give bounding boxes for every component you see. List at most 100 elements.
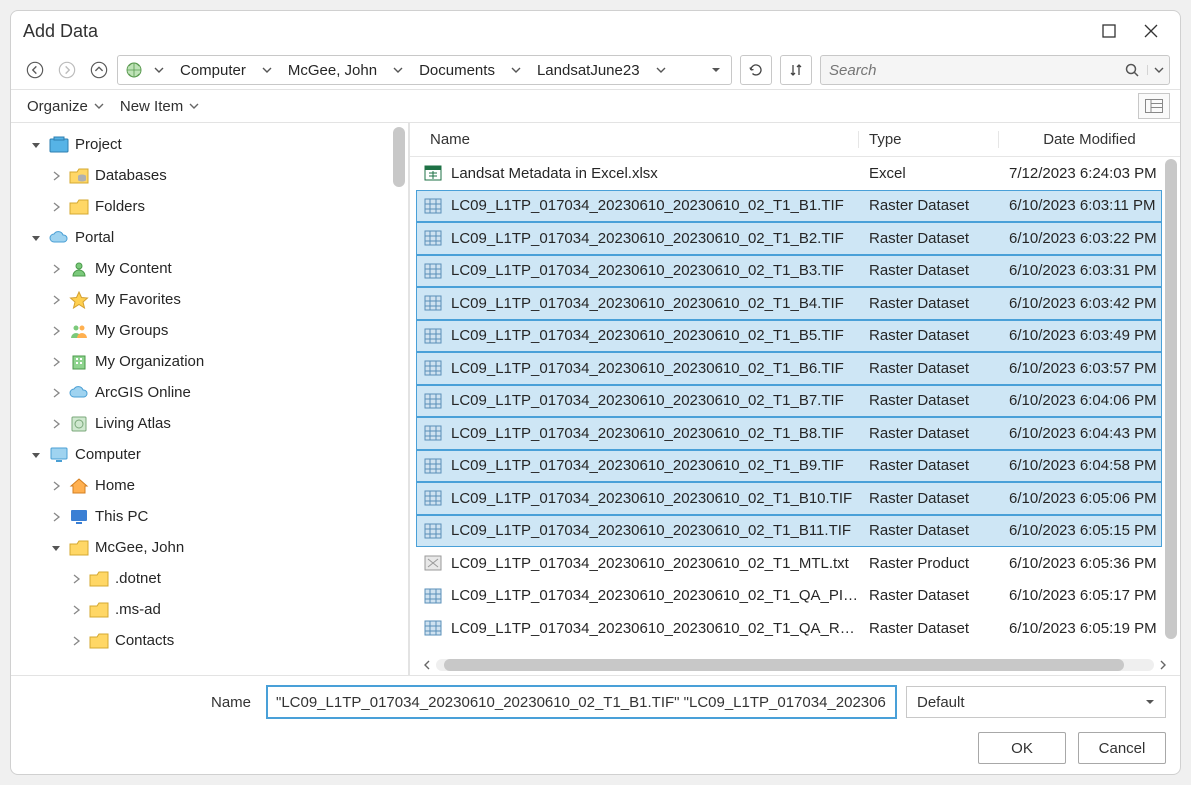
file-list-area: Name Type Date Modified Landsat Metadata… — [409, 123, 1180, 675]
tree-contacts[interactable]: Contacts — [11, 625, 408, 656]
column-date[interactable]: Date Modified — [998, 131, 1180, 148]
collapse-icon[interactable] — [27, 450, 45, 460]
expand-icon[interactable] — [67, 636, 85, 646]
organize-menu[interactable]: Organize — [21, 96, 110, 117]
breadcrumb-segment[interactable]: Documents — [411, 56, 503, 84]
expand-icon[interactable] — [47, 388, 65, 398]
file-row[interactable]: LC09_L1TP_017034_20230610_20230610_02_T1… — [416, 547, 1162, 580]
file-date: 6/10/2023 6:04:58 PM — [999, 457, 1159, 474]
scroll-thumb[interactable] — [444, 659, 1124, 671]
maximize-button[interactable] — [1088, 11, 1130, 51]
expand-icon[interactable] — [47, 357, 65, 367]
refresh-button[interactable] — [740, 55, 772, 85]
file-row[interactable]: LC09_L1TP_017034_20230610_20230610_02_T1… — [416, 287, 1162, 320]
file-row[interactable]: LC09_L1TP_017034_20230610_20230610_02_T1… — [416, 222, 1162, 255]
expand-icon[interactable] — [47, 481, 65, 491]
expand-icon[interactable] — [47, 512, 65, 522]
expand-icon[interactable] — [47, 171, 65, 181]
search-box[interactable] — [820, 55, 1170, 85]
file-type: Raster Dataset — [859, 620, 999, 637]
name-input[interactable] — [267, 686, 896, 718]
chevron-down-icon[interactable] — [254, 65, 280, 75]
expand-icon[interactable] — [67, 574, 85, 584]
expand-icon[interactable] — [47, 295, 65, 305]
cancel-button[interactable]: Cancel — [1078, 732, 1166, 764]
scroll-right-icon[interactable] — [1154, 660, 1172, 670]
database-icon — [67, 166, 91, 186]
file-row[interactable]: LC09_L1TP_017034_20230610_20230610_02_T1… — [416, 515, 1162, 548]
breadcrumb-segment[interactable]: McGee, John — [280, 56, 385, 84]
tree-databases[interactable]: Databases — [11, 160, 408, 191]
tree-dotnet[interactable]: .dotnet — [11, 563, 408, 594]
close-button[interactable] — [1130, 11, 1172, 51]
tree-scrollbar[interactable] — [393, 127, 405, 187]
expand-icon[interactable] — [47, 326, 65, 336]
tree-computer[interactable]: Computer — [11, 439, 408, 470]
tree-label: .dotnet — [115, 570, 161, 587]
file-name: LC09_L1TP_017034_20230610_20230610_02_T1… — [447, 620, 859, 637]
scroll-left-icon[interactable] — [418, 660, 436, 670]
tree-portal[interactable]: Portal — [11, 222, 408, 253]
file-row[interactable]: LC09_L1TP_017034_20230610_20230610_02_T1… — [416, 352, 1162, 385]
chevron-down-icon[interactable] — [146, 65, 172, 75]
tree-folders[interactable]: Folders — [11, 191, 408, 222]
breadcrumb-segment[interactable]: LandsatJune23 — [529, 56, 648, 84]
file-row[interactable]: LC09_L1TP_017034_20230610_20230610_02_T1… — [416, 450, 1162, 483]
sort-button[interactable] — [780, 55, 812, 85]
file-row[interactable]: LC09_L1TP_017034_20230610_20230610_02_T1… — [416, 255, 1162, 288]
tree-my-favorites[interactable]: My Favorites — [11, 284, 408, 315]
chevron-down-icon[interactable] — [385, 65, 411, 75]
collapse-icon[interactable] — [47, 543, 65, 553]
breadcrumb-segment[interactable]: Computer — [172, 56, 254, 84]
expand-icon[interactable] — [47, 419, 65, 429]
file-date: 6/10/2023 6:05:06 PM — [999, 490, 1159, 507]
collapse-icon[interactable] — [27, 140, 45, 150]
new-item-menu[interactable]: New Item — [114, 96, 205, 117]
expand-icon[interactable] — [47, 202, 65, 212]
tree-arcgis-online[interactable]: ArcGIS Online — [11, 377, 408, 408]
back-button[interactable] — [21, 56, 49, 84]
file-row[interactable]: LC09_L1TP_017034_20230610_20230610_02_T1… — [416, 385, 1162, 418]
expand-icon[interactable] — [67, 605, 85, 615]
address-bar[interactable]: Computer McGee, John Documents LandsatJune2… — [117, 55, 732, 85]
catalog-tree[interactable]: Project Databases Folders Portal My Con — [11, 123, 409, 675]
search-input[interactable] — [821, 62, 1117, 79]
address-dropdown-icon[interactable] — [705, 65, 727, 75]
tree-this-pc[interactable]: This PC — [11, 501, 408, 532]
file-row[interactable]: Landsat Metadata in Excel.xlsxExcel7/12/… — [416, 157, 1162, 190]
file-type: Excel — [859, 165, 999, 182]
collapse-icon[interactable] — [27, 233, 45, 243]
file-row[interactable]: LC09_L1TP_017034_20230610_20230610_02_T1… — [416, 580, 1162, 613]
tree-label: .ms-ad — [115, 601, 161, 618]
file-name: LC09_L1TP_017034_20230610_20230610_02_T1… — [447, 490, 859, 507]
tree-my-content[interactable]: My Content — [11, 253, 408, 284]
tree-user-folder[interactable]: McGee, John — [11, 532, 408, 563]
file-row[interactable]: LC09_L1TP_017034_20230610_20230610_02_T1… — [416, 417, 1162, 450]
filter-dropdown[interactable]: Default — [906, 686, 1166, 718]
file-row[interactable]: LC09_L1TP_017034_20230610_20230610_02_T1… — [416, 320, 1162, 353]
expand-icon[interactable] — [47, 264, 65, 274]
search-dropdown-icon[interactable] — [1147, 65, 1169, 75]
up-button[interactable] — [85, 56, 113, 84]
view-toggle-button[interactable] — [1138, 93, 1170, 119]
horizontal-scrollbar[interactable] — [410, 655, 1180, 675]
column-name[interactable]: Name — [410, 131, 858, 148]
tree-my-organization[interactable]: My Organization — [11, 346, 408, 377]
column-type[interactable]: Type — [858, 131, 998, 148]
list-scrollbar[interactable] — [1165, 159, 1177, 639]
forward-button[interactable] — [53, 56, 81, 84]
search-icon[interactable] — [1117, 62, 1147, 78]
file-rows[interactable]: Landsat Metadata in Excel.xlsxExcel7/12/… — [410, 157, 1180, 655]
tree-living-atlas[interactable]: Living Atlas — [11, 408, 408, 439]
chevron-down-icon[interactable] — [503, 65, 529, 75]
tree-project[interactable]: Project — [11, 129, 408, 160]
file-row[interactable]: LC09_L1TP_017034_20230610_20230610_02_T1… — [416, 612, 1162, 645]
tree-home[interactable]: Home — [11, 470, 408, 501]
file-row[interactable]: LC09_L1TP_017034_20230610_20230610_02_T1… — [416, 482, 1162, 515]
file-row[interactable]: LC09_L1TP_017034_20230610_20230610_02_T1… — [416, 190, 1162, 223]
chevron-down-icon[interactable] — [648, 65, 674, 75]
ok-button[interactable]: OK — [978, 732, 1066, 764]
tree-my-groups[interactable]: My Groups — [11, 315, 408, 346]
tree-msad[interactable]: .ms-ad — [11, 594, 408, 625]
scroll-track[interactable] — [436, 659, 1154, 671]
